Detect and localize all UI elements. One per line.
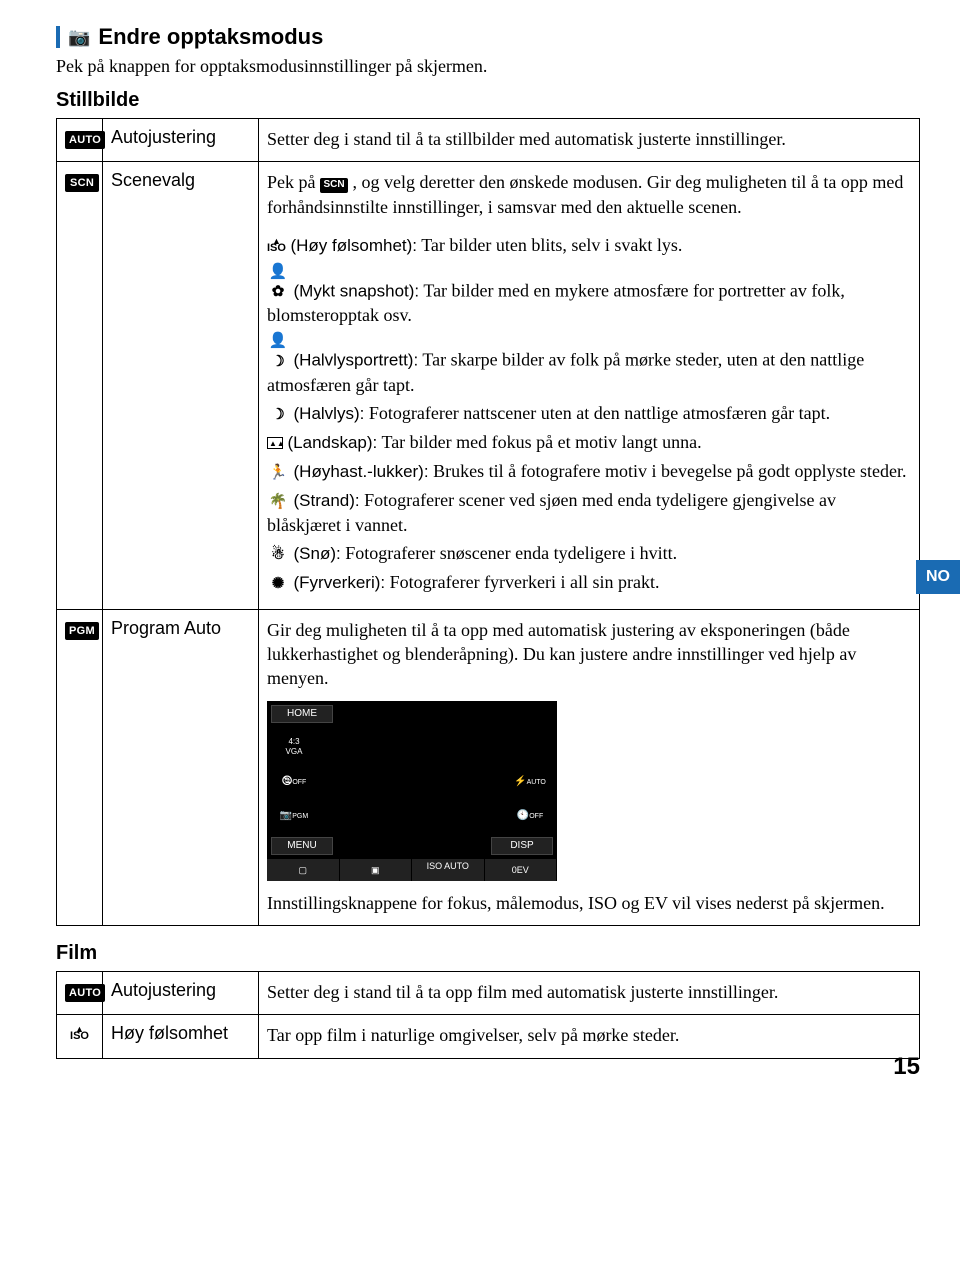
mode-desc: Tar opp film i naturlige omgivelser, sel… (267, 1025, 679, 1045)
lcd-ev-button[interactable]: 0EV (485, 859, 558, 881)
snow-icon: ☃ (267, 545, 289, 565)
scene-label: (Fyrverkeri): (294, 573, 386, 592)
film-modes-table: AUTO Autojustering Setter deg i stand ti… (56, 971, 920, 1059)
mode-name: Autojustering (111, 980, 216, 1000)
table-row: SCN Scenevalg Pek på SCN , og velg deret… (57, 162, 920, 609)
section-title: Endre opptaksmodus (98, 24, 323, 50)
scene-text: Brukes til å fotografere motiv i bevegel… (429, 461, 907, 481)
scene-label: (Halvlysportrett): (294, 351, 419, 370)
film-heading: Film (56, 942, 920, 965)
mode-name: Høy følsomhet (111, 1023, 228, 1043)
high-sensitivity-icon: ▲ISO (70, 1026, 89, 1041)
still-modes-table: AUTO Autojustering Setter deg i stand ti… (56, 118, 920, 926)
scene-label: (Mykt snapshot): (294, 281, 420, 300)
scn-mode-icon: SCN (65, 174, 99, 192)
scene-text: Fotograferer fyrverkeri i all sin prakt. (385, 572, 659, 592)
section-intro: Pek på knappen for opptaksmodusinnstilli… (56, 56, 920, 77)
soft-snap-icon: 👤✿ (267, 262, 289, 303)
scene-label: (Landskap): (288, 433, 378, 452)
table-row: ▲ISO Høy følsomhet Tar opp film i naturl… (57, 1015, 920, 1058)
mode-name: Scenevalg (111, 170, 195, 190)
pgm-note: Innstillingsknappene for fokus, målemodu… (267, 891, 911, 915)
scene-label: (Høyhast.-lukker): (294, 462, 429, 481)
mode-name: Program Auto (111, 618, 221, 638)
scene-label: (Høy følsomhet): (290, 236, 417, 255)
lcd-flash-off-icon[interactable]: 🕲OFF (273, 771, 315, 793)
scn-inline-badge-icon: SCN (320, 178, 348, 193)
lcd-home-button[interactable]: HOME (271, 705, 333, 723)
lcd-iso-button[interactable]: ISO AUTO (412, 859, 485, 881)
camera-icon: 📷 (68, 27, 90, 48)
table-row: PGM Program Auto Gir deg muligheten til … (57, 609, 920, 925)
language-tab: NO (916, 560, 960, 594)
scene-text: Fotograferer nattscener uten at den natt… (364, 403, 830, 423)
scene-list: ▲ISO (Høy følsomhet): Tar bilder uten bl… (267, 233, 911, 595)
scene-label: (Snø): (294, 544, 341, 563)
lcd-size-indicator[interactable]: 4:3VGA (273, 737, 315, 759)
beach-icon: 🌴 (267, 492, 289, 512)
lcd-timer-off-icon[interactable]: 🕙OFF (509, 805, 551, 827)
auto-mode-icon: AUTO (65, 131, 105, 149)
pgm-mode-icon: PGM (65, 622, 99, 640)
high-sensitivity-icon: ▲ISO (267, 238, 286, 253)
scn-desc-post: , og velg deretter den ønskede modusen. … (267, 172, 903, 216)
mode-desc: Setter deg i stand til å ta opp film med… (267, 982, 778, 1002)
lcd-bottom-bar: ▢ ▣ ISO AUTO 0EV (267, 859, 557, 881)
still-heading: Stillbilde (56, 89, 920, 112)
mode-desc: Setter deg i stand til å ta stillbilder … (267, 129, 786, 149)
table-row: AUTO Autojustering Setter deg i stand ti… (57, 971, 920, 1014)
camera-lcd-mock: HOME MENU DISP 4:3VGA 🕲OFF 📷PGM ⚡AUTO 🕙O… (267, 701, 557, 881)
scene-label: (Halvlys): (294, 404, 365, 423)
scene-text: Tar bilder med fokus på et motiv langt u… (377, 432, 701, 452)
scene-label: (Strand): (294, 491, 360, 510)
scn-desc-pre: Pek på (267, 172, 320, 192)
lcd-metering-button[interactable]: ▣ (340, 859, 413, 881)
section-accent-bar (56, 26, 60, 48)
auto-mode-icon: AUTO (65, 984, 105, 1002)
lcd-focus-button[interactable]: ▢ (267, 859, 340, 881)
table-row: AUTO Autojustering Setter deg i stand ti… (57, 119, 920, 162)
lcd-pgm-mode-icon[interactable]: 📷PGM (273, 805, 315, 827)
scene-text: Tar bilder uten blits, selv i svakt lys. (417, 235, 682, 255)
landscape-icon: ▲▲ (267, 437, 283, 449)
fireworks-icon: ✺ (267, 574, 289, 594)
lcd-menu-button[interactable]: MENU (271, 837, 333, 855)
lcd-flash-auto-icon[interactable]: ⚡AUTO (509, 771, 551, 793)
scene-text: Fotograferer snøscener enda tydeligere i… (341, 543, 677, 563)
twilight-portrait-icon: 👤☽ (267, 331, 289, 372)
mode-name: Autojustering (111, 127, 216, 147)
high-speed-shutter-icon: 🏃 (267, 463, 289, 483)
lcd-disp-button[interactable]: DISP (491, 837, 553, 855)
mode-desc: Gir deg muligheten til å ta opp med auto… (267, 618, 911, 691)
page-number: 15 (893, 1053, 920, 1081)
section-header: 📷 Endre opptaksmodus (56, 24, 920, 50)
twilight-icon: ☽ (267, 405, 289, 425)
